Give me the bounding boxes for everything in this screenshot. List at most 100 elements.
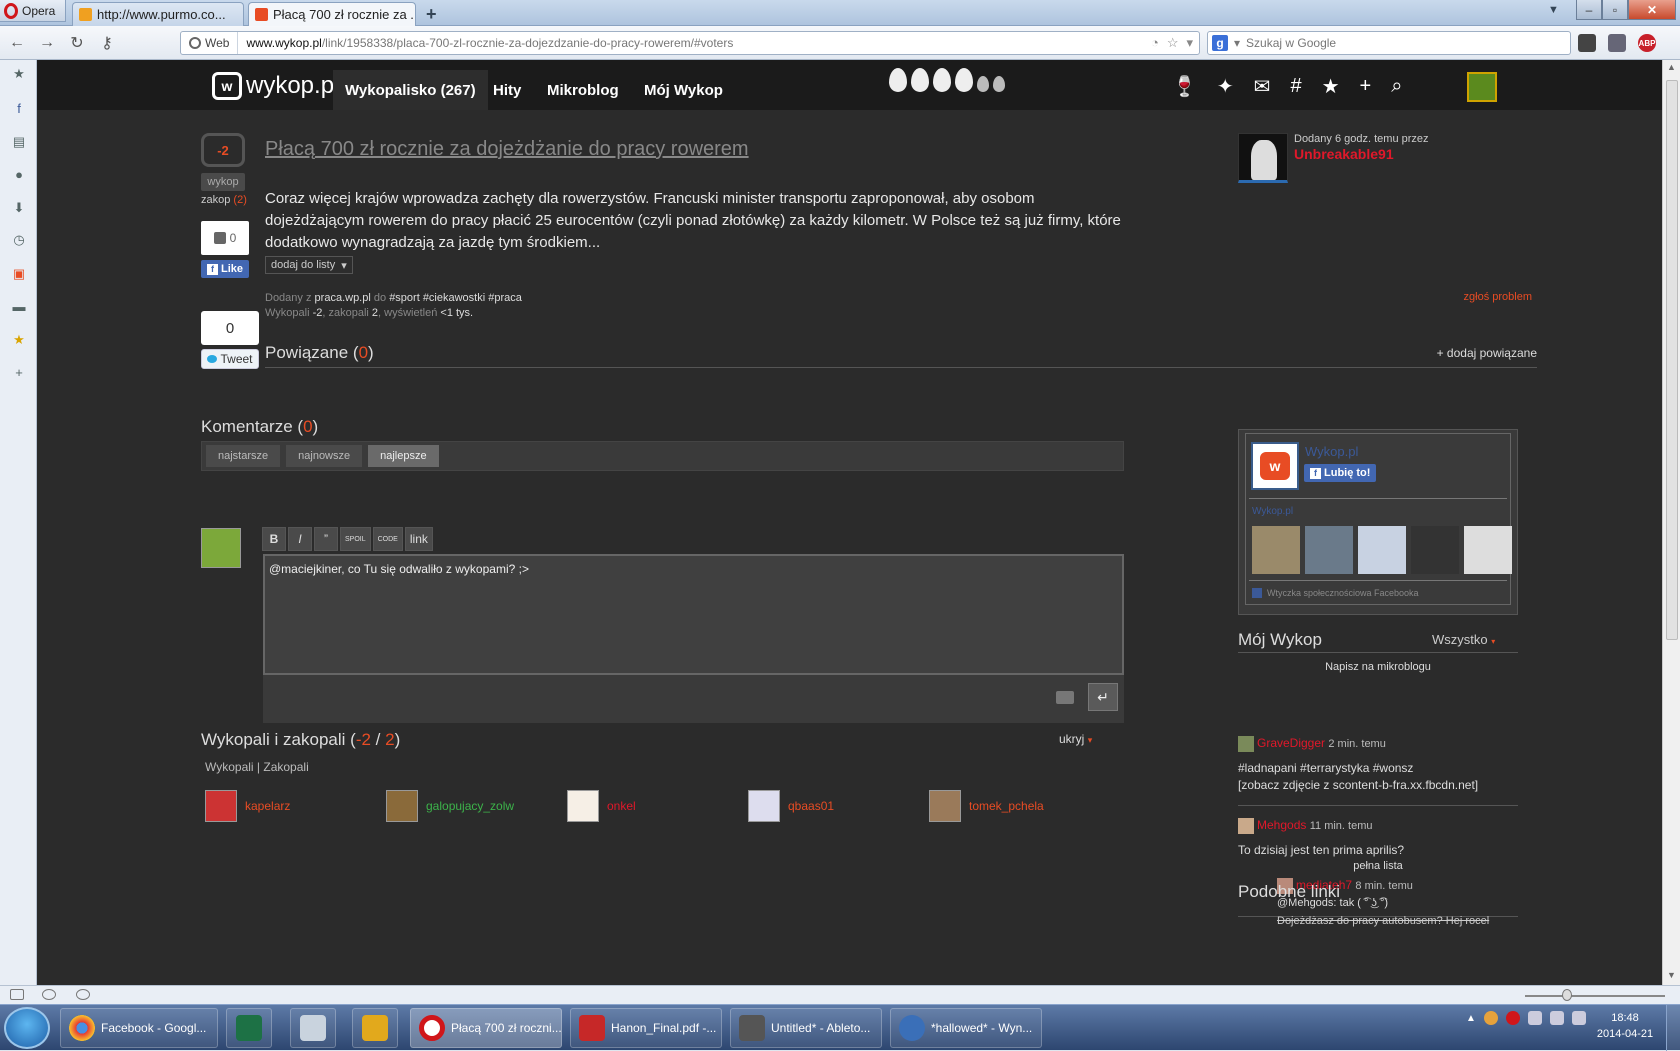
opera-menu-button[interactable]: Opera — [0, 0, 66, 22]
web-badge[interactable]: Web — [181, 32, 239, 54]
wykop-page-logo[interactable]: w — [1251, 442, 1299, 490]
page-scrollbar[interactable]: ▲ ▼ — [1662, 60, 1680, 985]
taskbar-ableton[interactable]: Untitled* - Ableto... — [730, 1008, 882, 1048]
fb-like-button[interactable]: f Like — [201, 260, 249, 278]
nav-wykopalisko[interactable]: Wykopalisko (267) — [333, 70, 488, 110]
wykop-button[interactable]: wykop — [201, 173, 245, 191]
notes-icon[interactable]: ▤ — [11, 134, 27, 150]
clock[interactable]: 18:48 2014-04-21 — [1590, 1010, 1660, 1042]
similar-link[interactable]: Dojeżdżasz do pracy autobusem? Hej rocel — [1277, 915, 1489, 927]
voter-item[interactable]: qbaas01 — [748, 790, 834, 822]
author-name-link[interactable]: Unbreakable91 — [1294, 146, 1394, 162]
taskbar-calculator[interactable] — [290, 1008, 336, 1048]
zoom-slider[interactable] — [1525, 995, 1665, 997]
search-icon[interactable]: ⌕ — [1391, 75, 1402, 98]
camera-extension-icon[interactable] — [1608, 34, 1626, 52]
article-title[interactable]: Płacą 700 zł rocznie za dojeżdżanie do p… — [265, 138, 749, 161]
address-field[interactable]: Web www.wykop.pl/link/1958338/placa-700-… — [180, 31, 1200, 55]
show-desktop-button[interactable] — [1666, 1005, 1680, 1051]
report-problem-link[interactable]: zgłoś problem — [1432, 291, 1532, 303]
browser-tab-wykop[interactable]: Płacą 700 zł rocznie za ... × — [248, 2, 416, 26]
hashtag-icon[interactable]: # — [1290, 75, 1301, 98]
link-button[interactable]: link — [404, 527, 433, 551]
voter-name[interactable]: kapelarz — [245, 799, 290, 813]
minimize-window-button[interactable]: – — [1576, 0, 1602, 20]
network-icon[interactable] — [1527, 1011, 1542, 1025]
chat-icon[interactable]: ▬ — [11, 298, 27, 314]
entry-image-link[interactable]: [zobacz zdjęcie z scontent-b-fra.xx.fbcd… — [1238, 777, 1518, 794]
source-link[interactable]: praca.wp.pl — [315, 292, 371, 304]
write-microblog-link[interactable]: Napisz na mikroblogu — [1238, 661, 1518, 673]
fb-fans-link[interactable]: Wykop.pl — [1252, 506, 1293, 517]
contacts-icon[interactable]: ● — [11, 166, 27, 182]
search-field[interactable]: g ▾ Szukaj w Google — [1207, 31, 1571, 55]
browser-tab-purmo[interactable]: http://www.purmo.co... — [72, 2, 244, 26]
speed-dial-icon[interactable] — [76, 989, 90, 1000]
send-button[interactable]: ↵ — [1088, 683, 1118, 711]
adblock-icon[interactable]: ABP — [1638, 34, 1656, 52]
zakop-link[interactable]: zakop (2) — [201, 194, 247, 206]
author-avatar[interactable] — [1238, 133, 1288, 183]
code-button[interactable]: CODE — [372, 527, 403, 551]
reload-button[interactable]: ↻ — [64, 30, 90, 56]
entry-author[interactable]: Mehgods — [1257, 818, 1306, 832]
bookmark-star-icon[interactable]: ☆ — [1167, 35, 1179, 51]
fan-avatar[interactable] — [1411, 526, 1459, 574]
voter-name[interactable]: tomek_pchela — [969, 799, 1044, 813]
fan-avatar[interactable] — [1464, 526, 1512, 574]
action-center-icon[interactable] — [1571, 1011, 1586, 1025]
scroll-down-icon[interactable]: ▼ — [1667, 970, 1676, 980]
italic-button[interactable]: I — [288, 527, 312, 551]
hide-voters-link[interactable]: ukryj ▾ — [1059, 732, 1092, 746]
comment-textarea[interactable]: @maciejkiner, co Tu się odwaliło z wykop… — [263, 554, 1124, 675]
fb-page-like-button[interactable]: f Lubię to! — [1304, 464, 1377, 482]
tab-zakopali[interactable]: Zakopali — [263, 760, 308, 774]
facebook-panel-icon[interactable]: f — [11, 100, 27, 116]
sort-best-button[interactable]: najlepsze — [368, 445, 439, 467]
sort-oldest-button[interactable]: najstarsze — [206, 445, 281, 467]
nav-moj-wykop[interactable]: Mój Wykop — [632, 70, 735, 110]
maximize-window-button[interactable]: ▫ — [1602, 0, 1628, 20]
mail-icon[interactable]: ✉ — [1254, 74, 1271, 99]
fb-plugin-footer-text[interactable]: Wtyczka społecznościowa Facebooka — [1267, 588, 1419, 598]
party-horn-icon[interactable]: ✦ — [1217, 74, 1234, 99]
sort-newest-button[interactable]: najnowsze — [286, 445, 363, 467]
dropdown-chevron-icon[interactable]: ▾ — [1186, 35, 1193, 51]
voter-item[interactable]: kapelarz — [205, 790, 290, 822]
user-avatar[interactable] — [1467, 72, 1497, 102]
extension-icon[interactable] — [1578, 34, 1596, 52]
tray-app-icon[interactable] — [1483, 1011, 1498, 1025]
tray-expand-icon[interactable]: ▲ — [1466, 1013, 1476, 1024]
new-tab-button[interactable]: + — [426, 4, 437, 25]
taskbar-search[interactable]: *hallowed* - Wyn... — [890, 1008, 1042, 1048]
tweet-button[interactable]: Tweet — [201, 349, 259, 369]
fan-avatar[interactable] — [1358, 526, 1406, 574]
volume-icon[interactable] — [1549, 1011, 1564, 1025]
entry-author[interactable]: GraveDigger — [1257, 736, 1325, 750]
taskbar-app[interactable] — [352, 1008, 398, 1048]
my-wykop-filter[interactable]: Wszystko ▾ — [1432, 632, 1495, 647]
scroll-up-icon[interactable]: ▲ — [1667, 62, 1676, 72]
tab-list-chevron-icon[interactable]: ▼ — [1548, 4, 1559, 16]
downloads-icon[interactable]: ⬇ — [11, 200, 27, 216]
glass-icon[interactable]: 🍷 — [1172, 74, 1197, 99]
entry-avatar[interactable] — [1238, 818, 1254, 834]
panel-toggle-icon[interactable] — [10, 989, 24, 1000]
spoiler-button[interactable]: SPOIL — [340, 527, 371, 551]
taskbar-excel[interactable] — [226, 1008, 272, 1048]
add-panel-icon[interactable]: + — [11, 364, 27, 380]
add-icon[interactable]: + — [1360, 75, 1372, 98]
scroll-thumb[interactable] — [1666, 80, 1678, 640]
wykop-panel-icon[interactable]: ▣ — [11, 266, 27, 282]
start-button[interactable] — [4, 1007, 50, 1049]
tag-links[interactable]: #sport #ciekawostki #praca — [389, 292, 522, 304]
voter-name[interactable]: qbaas01 — [788, 799, 834, 813]
voter-item[interactable]: tomek_pchela — [929, 790, 1044, 822]
taskbar-chrome[interactable]: Facebook - Googl... — [60, 1008, 218, 1048]
voter-item[interactable]: onkel — [567, 790, 636, 822]
add-to-list-button[interactable]: dodaj do listy ▾ — [265, 256, 353, 274]
history-clock-icon[interactable]: ◷ — [11, 232, 27, 248]
nav-hity[interactable]: Hity — [481, 70, 533, 110]
cloud-icon[interactable] — [42, 989, 56, 1000]
taskbar-pdf[interactable]: Hanon_Final.pdf -... — [570, 1008, 722, 1048]
